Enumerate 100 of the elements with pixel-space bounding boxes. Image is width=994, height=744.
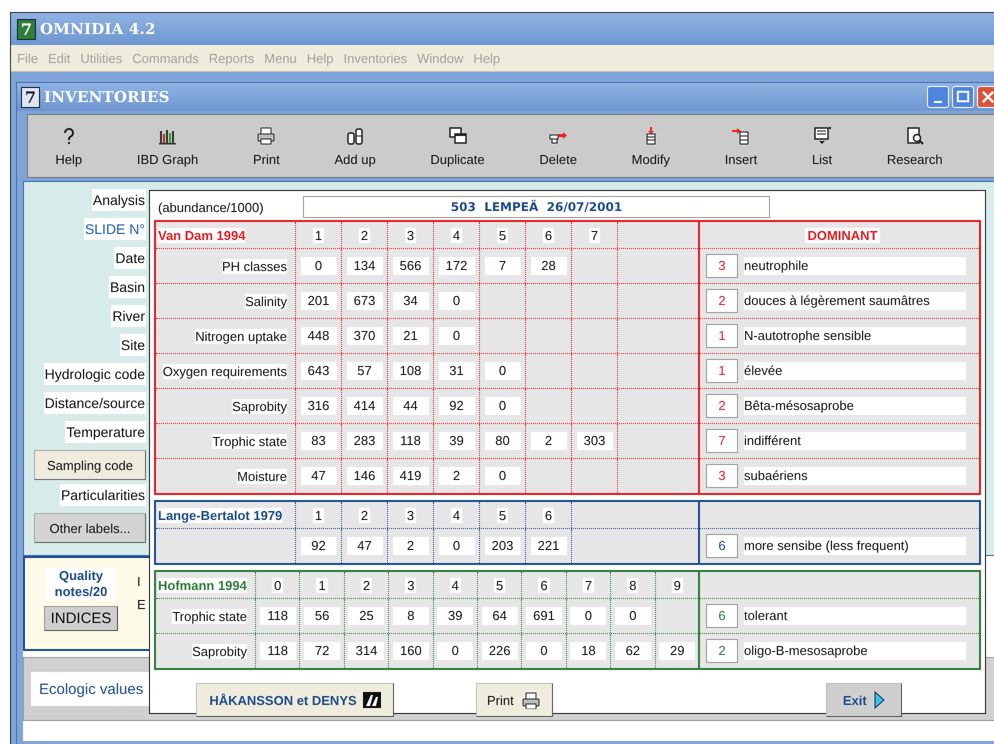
value-cell: 160 xyxy=(392,642,429,660)
window-title: INVENTORIES xyxy=(44,88,170,106)
value-field: N-autotrophe sensible xyxy=(744,327,966,345)
dominant-title: DOMINANT xyxy=(805,228,880,242)
maximize-button[interactable] xyxy=(952,86,974,108)
value-cell: 18 xyxy=(570,642,606,660)
column-header: 7 xyxy=(582,578,594,592)
section-title: Hofmann 1994 xyxy=(158,578,247,592)
value-cell: 0 xyxy=(484,397,520,415)
value-cell: 34 xyxy=(392,292,428,310)
toolbar-button[interactable]: Research xyxy=(880,124,949,168)
value-cell: 92 xyxy=(438,397,474,415)
column-header: 7 xyxy=(588,228,600,242)
column-header: 5 xyxy=(494,578,506,592)
field-label: Site xyxy=(120,334,146,356)
value-cell: 414 xyxy=(346,397,382,415)
toolbar-button[interactable]: Modify xyxy=(626,124,676,168)
column-header: 4 xyxy=(450,578,461,592)
field-label: Date xyxy=(114,247,146,269)
toolbar-button[interactable]: Duplicate xyxy=(424,124,491,168)
toolbar-button[interactable]: Insert xyxy=(718,124,764,168)
dialog-button[interactable]: Print xyxy=(476,683,553,717)
value-cell: 72 xyxy=(304,642,340,660)
value-cell: 0 xyxy=(437,642,474,660)
column-header: 4 xyxy=(450,508,462,522)
value-cell: 221 xyxy=(530,537,566,555)
value-cell: 303 xyxy=(576,432,612,450)
value-cell: 83 xyxy=(300,432,336,450)
value-field: Bêta-mésosaprobe xyxy=(744,397,966,415)
field-label[interactable]: SLIDE N° xyxy=(84,218,146,240)
toolbar-button[interactable]: Help xyxy=(49,124,88,168)
form-button[interactable]: Sampling code xyxy=(34,450,146,480)
row-label: Salinity xyxy=(245,294,287,308)
value-cell: 0 xyxy=(438,537,474,555)
value-cell: 7 xyxy=(484,257,520,275)
toolbar-button[interactable]: List xyxy=(806,124,838,168)
value-cell: 80 xyxy=(484,432,520,450)
window-title: OMNIDIA 4.2 xyxy=(40,20,156,38)
dialog-button[interactable]: Exit xyxy=(826,683,902,717)
column-header: 1 xyxy=(312,228,324,242)
value-cell: 0 xyxy=(484,362,520,380)
column-header: 1 xyxy=(316,578,328,592)
value-field: subaériens xyxy=(744,467,966,485)
value-field: oligo-B-mesosaprobe xyxy=(744,642,966,660)
printer-icon xyxy=(256,126,276,146)
value-cell: 31 xyxy=(438,362,474,380)
value-cell: 0 xyxy=(570,607,606,625)
close-button[interactable] xyxy=(977,86,994,108)
value-cell: 62 xyxy=(614,642,651,660)
toolbar-button[interactable]: Print xyxy=(247,124,286,168)
value-field: tolerant xyxy=(744,607,966,625)
quality-title: Quality notes/20 xyxy=(46,568,116,600)
form-button[interactable]: Other labels... xyxy=(34,513,146,543)
column-header: 2 xyxy=(358,228,370,242)
column-header: 3 xyxy=(404,508,416,522)
row-label: Saprobity xyxy=(192,644,247,658)
value-field: élevée xyxy=(744,362,966,380)
value-cell: 39 xyxy=(437,607,474,625)
windows-icon xyxy=(448,126,468,146)
value-cell: 0 xyxy=(438,327,474,345)
sample-heading: 503 LEMPEÄ 26/07/2001 xyxy=(303,196,770,218)
value-cell: 8 xyxy=(392,607,429,625)
minimize-button[interactable] xyxy=(927,86,949,108)
row-label: Trophic state xyxy=(172,608,247,624)
value-cell: 226 xyxy=(482,642,518,660)
insert-icon xyxy=(730,126,751,146)
value-cell: 92 xyxy=(300,537,336,555)
value-cell: 44 xyxy=(392,397,428,415)
toolbar-button[interactable]: IBD Graph xyxy=(130,124,204,168)
field-label: I xyxy=(137,574,142,589)
value-cell: 673 xyxy=(346,292,382,310)
value-cell: 316 xyxy=(300,397,336,415)
value-cell: 47 xyxy=(300,467,336,485)
value-cell: 2 xyxy=(438,467,474,485)
row-label: Saprobity xyxy=(232,398,287,414)
row-label: Trophic state xyxy=(212,434,287,448)
code-field: 3 xyxy=(706,254,738,278)
field-label: Basin xyxy=(108,276,146,298)
value-cell: 283 xyxy=(346,432,382,450)
value-cell: 134 xyxy=(346,257,382,275)
field-label: Analysis xyxy=(92,189,146,211)
section-title: Van Dam 1994 xyxy=(158,228,246,242)
code-field: 2 xyxy=(706,394,738,418)
field-label: Hydrologic code xyxy=(44,363,146,385)
code-field: 1 xyxy=(706,324,738,348)
logo-icon xyxy=(362,692,381,708)
value-cell: 448 xyxy=(300,327,336,345)
dialog-button[interactable]: HÅKANSSON et DENYS xyxy=(196,683,394,717)
value-cell: 172 xyxy=(438,257,474,275)
value-field: more sensibe (less frequent) xyxy=(744,537,966,555)
code-field: 6 xyxy=(706,604,738,628)
value-cell: 28 xyxy=(530,257,566,275)
toolbar-button[interactable]: Delete xyxy=(533,124,583,168)
play-icon xyxy=(872,691,885,709)
value-cell: 56 xyxy=(304,607,340,625)
column-header: 3 xyxy=(405,578,416,592)
indices-button[interactable]: INDICES xyxy=(44,606,118,631)
toolbar-button[interactable]: Add up xyxy=(328,124,382,168)
code-field: 2 xyxy=(706,289,738,313)
code-field: 6 xyxy=(706,534,738,558)
